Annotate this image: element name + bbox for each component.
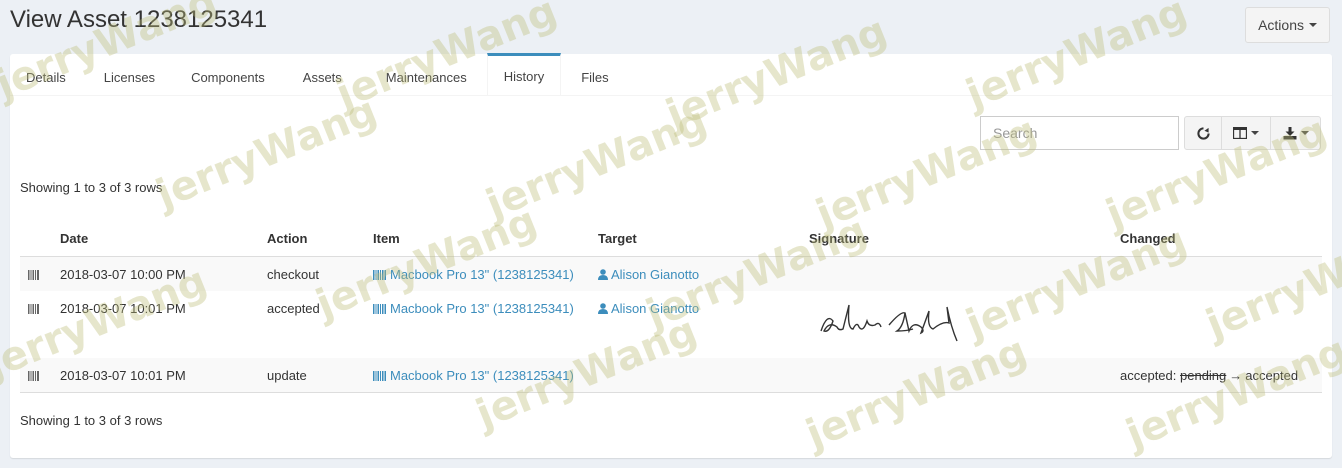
pagination-info-bottom: Showing 1 to 3 of 3 rows: [20, 413, 163, 428]
row-action: accepted: [267, 301, 320, 316]
asset-panel: Details Licenses Components Assets Maint…: [10, 53, 1332, 458]
signature-image: [820, 304, 958, 342]
barcode-icon: [373, 371, 386, 381]
columns-icon: [1233, 127, 1247, 139]
tab-maintenances[interactable]: Maintenances: [370, 53, 487, 95]
row-date: 2018-03-07 10:01 PM: [60, 358, 267, 393]
columns-button[interactable]: [1222, 116, 1271, 150]
tab-components[interactable]: Components: [171, 53, 285, 95]
header-action[interactable]: Action: [267, 221, 373, 257]
actions-button[interactable]: Actions: [1245, 7, 1330, 43]
tab-details[interactable]: Details: [10, 53, 88, 95]
row-date: 2018-03-07 10:01 PM: [60, 301, 186, 316]
row-target: [598, 358, 809, 393]
barcode-icon: [28, 371, 39, 381]
pagination-info-top: Showing 1 to 3 of 3 rows: [20, 180, 163, 195]
row-signature: [809, 256, 1120, 291]
barcode-icon: [28, 304, 39, 314]
header-signature[interactable]: Signature: [809, 221, 1120, 257]
table-row: 2018-03-07 10:01 PM accepted Macbook Pro…: [20, 291, 1322, 358]
refresh-button[interactable]: [1184, 116, 1222, 150]
row-item-link[interactable]: Macbook Pro 13" (1238125341): [390, 368, 574, 383]
caret-down-icon: [1251, 131, 1259, 135]
row-changed: accepted: pending → accepted: [1120, 358, 1322, 393]
row-target-link[interactable]: Alison Gianotto: [611, 267, 699, 282]
row-item-link[interactable]: Macbook Pro 13" (1238125341): [390, 301, 574, 316]
search-input[interactable]: Search: [980, 116, 1179, 150]
table-row: 2018-03-07 10:00 PM checkout Macbook Pro…: [20, 256, 1322, 291]
table-toolbar: Search: [980, 116, 1321, 150]
row-action: update: [267, 358, 373, 393]
actions-label: Actions: [1258, 17, 1304, 33]
history-table: Date Action Item Target Signature Change…: [20, 221, 1322, 393]
row-signature: [809, 358, 1120, 393]
row-item-link[interactable]: Macbook Pro 13" (1238125341): [390, 267, 574, 282]
user-icon: [598, 268, 608, 280]
tab-licenses[interactable]: Licenses: [88, 53, 171, 95]
table-row: 2018-03-07 10:01 PM update Macbook Pro 1…: [20, 358, 1322, 393]
row-signature: [809, 291, 1120, 358]
row-changed: [1120, 256, 1322, 291]
barcode-icon: [373, 269, 386, 280]
changed-field: accepted:: [1120, 368, 1180, 383]
row-action: checkout: [267, 256, 373, 291]
table-button-group: [1184, 116, 1321, 150]
page-title: View Asset 1238125341: [10, 6, 268, 33]
tab-assets[interactable]: Assets: [285, 53, 370, 95]
page-header: View Asset 1238125341: [10, 6, 267, 34]
header-changed[interactable]: Changed: [1120, 221, 1322, 257]
tab-history[interactable]: History: [486, 53, 562, 95]
download-icon: [1283, 126, 1296, 139]
header-item[interactable]: Item: [373, 221, 598, 257]
changed-new-value: accepted: [1245, 368, 1299, 383]
row-changed: [1120, 291, 1322, 358]
header-target[interactable]: Target: [598, 221, 809, 257]
caret-down-icon: [1309, 23, 1317, 27]
changed-old-value: pending: [1180, 368, 1227, 383]
row-date: 2018-03-07 10:00 PM: [60, 256, 267, 291]
barcode-icon: [28, 269, 39, 280]
export-button[interactable]: [1271, 116, 1321, 150]
header-date[interactable]: Date: [60, 221, 267, 257]
tab-bar: Details Licenses Components Assets Maint…: [10, 53, 1332, 96]
header-icon: [20, 221, 60, 257]
row-target-link[interactable]: Alison Gianotto: [611, 301, 699, 316]
arrow-right-icon: →: [1229, 368, 1243, 383]
refresh-icon: [1196, 126, 1210, 140]
user-icon: [598, 303, 608, 314]
tab-files[interactable]: Files: [561, 53, 624, 95]
caret-down-icon: [1300, 131, 1309, 135]
barcode-icon: [373, 304, 386, 314]
table-header-row: Date Action Item Target Signature Change…: [20, 221, 1322, 257]
